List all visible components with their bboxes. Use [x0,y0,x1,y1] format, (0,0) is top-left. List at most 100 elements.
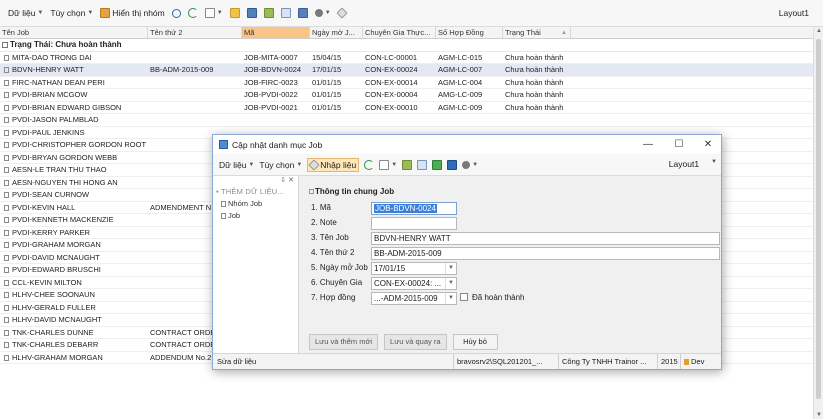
document-icon [4,329,9,336]
dialog-table-button[interactable] [417,159,428,170]
table-row[interactable]: FIRC-NATHAN DEAN PERI JOB-FIRC-0023 01/01/… [0,77,813,89]
document-icon [4,254,9,261]
cell-job-name: PVDI-KENNETH MACKENZIE [0,214,148,226]
chevron-down-icon[interactable]: ▼ [445,293,456,304]
close-icon[interactable]: ✕ [700,138,716,151]
scroll-thumb[interactable] [816,39,821,399]
cell-text: PVDI-JASON PALMBLAD [12,115,99,124]
chevron-down-icon: ▼ [711,159,717,165]
cell-job-name: PVDI-BRIAN EDWARD GIBSON [0,102,148,114]
new-button[interactable]: ▼ [204,8,223,18]
job-name-input[interactable]: BDVN-HENRY WATT [371,232,720,245]
cell-text: PVDI-KERRY PARKER [12,227,90,237]
contract-select[interactable]: ...-ADM-2015-009 ▼ [371,292,457,305]
cell-job-name: PVDI-BRYAN GORDON WEBB [0,152,148,164]
dialog-data-menu[interactable]: Dữ liệu ▼ [219,160,254,170]
refresh-icon [187,8,198,18]
column-header-open-date[interactable]: Ngày mở J... [310,27,363,38]
show-group-button[interactable]: Hiển thị nhóm [100,8,165,18]
cell-job-name: CCL-KEVIN MILTON [0,277,148,289]
cell-text: AESN-NGUYEN THI HONG AN [12,177,118,187]
cell-open-date [310,114,363,126]
cell-status: Chưa hoàn thành [505,90,564,99]
chevron-down-icon[interactable]: ▼ [445,263,456,274]
sidebar-item-job-group[interactable]: Nhóm Job [213,198,298,210]
save-button[interactable] [297,8,308,18]
column-header-job-name[interactable]: Tên Job [0,27,148,38]
document-icon [4,92,9,98]
code-input[interactable]: JOB-BDVN-0024 [371,202,457,215]
column-header-status[interactable]: Trạng Thái ▲ [503,27,571,38]
cell-expert: CON-EX-00004 [365,90,418,99]
form-section-header[interactable]: Thông tin chung Job [309,186,721,198]
options-menu[interactable]: Tùy chọn ▼ [50,8,93,18]
table-row[interactable]: BDVN-HENRY WATT BB-ADM-2015-009 JOB-BDVN-0… [0,64,813,77]
open-button[interactable] [229,8,240,18]
save-and-new-button[interactable]: Lưu và thêm mới [309,334,379,350]
completed-checkbox[interactable] [460,293,468,301]
dialog-refresh-button[interactable] [364,159,375,170]
cell-text: PVDI-KENNETH MACKENZIE [12,215,114,224]
expert-select[interactable]: CON-EX-00024: ... ▼ [371,277,457,290]
cell-contract-no [436,114,503,126]
users-button[interactable]: ▼ [314,9,331,17]
dialog-new-button[interactable]: ▼ [379,159,397,170]
chevron-down-icon: ▼ [296,161,303,168]
note-input[interactable] [371,217,457,230]
maximize-icon[interactable]: ☐ [671,138,687,151]
dialog-link-button[interactable] [402,159,413,170]
dialog-users-button[interactable]: ▼ [462,160,478,169]
table-row[interactable]: PVDI-BRIAN EDWARD GIBSON JOB-PVDI-0021 01/… [0,102,813,114]
refresh-button[interactable] [187,8,198,18]
column-header-contract-no[interactable]: Số Hợp Đồng [436,27,503,38]
input-mode-button[interactable]: Nhập liệu [307,157,360,172]
add-data-section[interactable]: ▪ THÊM DỮ LIỆU... [213,186,298,198]
collapse-icon[interactable] [2,42,8,48]
grid-scrollbar[interactable]: ▲ ▼ [813,27,823,419]
dialog-options-menu[interactable]: Tùy chọn ▼ [259,160,302,170]
dialog-layout-selector[interactable]: Layout1 ▼ [669,159,717,169]
column-header-code[interactable]: Mã [242,27,310,38]
table-row[interactable]: MITA-DAO TRONG DAI JOB-MITA-0007 15/04/15 C… [0,52,813,64]
open-date-picker[interactable]: 17/01/15 ▼ [371,262,457,275]
link-icon [263,8,274,18]
status-company: Công Ty TNHH Trainor ... [558,354,649,369]
cell-contract-no: AGM-LC-007 [438,65,483,74]
chevron-down-icon[interactable]: ▼ [445,278,456,289]
save-and-back-button[interactable]: Lưu và quay ra [384,334,447,350]
pin-icon[interactable]: ⇩ [280,177,286,184]
link-button[interactable] [263,8,274,18]
users-icon [462,160,471,169]
layout-selector[interactable]: Layout1 [779,8,809,18]
cell-expert [363,114,436,126]
column-header-expert[interactable]: Chuyên Gia Thực... [363,27,436,38]
cell-text: PVDI-BRIAN EDWARD GIBSON [12,102,122,112]
cell-open-date: 01/01/15 [312,77,342,87]
dialog-titlebar[interactable]: Cập nhật danh mục Job — ☐ ✕ [213,135,721,154]
table-button[interactable] [280,8,291,18]
dialog-green-button[interactable] [432,159,443,170]
panel-close-icon[interactable]: ✕ [288,177,294,184]
cell-text: MITA-DAO TRONG DAI [12,52,92,62]
pencil-icon [335,7,348,19]
table-row[interactable]: PVDI-BRIAN MCGOW JOB-PVDI-0022 01/01/15 CON… [0,89,813,102]
scroll-up-icon[interactable]: ▲ [816,28,822,34]
cell-text: BDVN-HENRY WATT [12,65,84,74]
minimize-icon[interactable]: — [640,138,656,151]
cancel-button[interactable]: Hủy bỏ [452,334,498,350]
column-header-second-name[interactable]: Tên thứ 2 [148,27,242,38]
edit-button[interactable] [335,7,348,19]
dialog-side-panel: ⇩ ✕ ▪ THÊM DỮ LIỆU... Nhóm Job Job [213,176,299,354]
second-name-input[interactable]: BB-ADM-2015-009 [371,247,720,260]
dialog-layout-label: Layout1 [668,159,700,169]
scroll-down-icon[interactable]: ▼ [816,412,822,418]
dialog-save-button[interactable] [447,159,458,170]
grid-button[interactable] [246,8,257,18]
table-row[interactable]: PVDI-JASON PALMBLAD [0,114,813,127]
sidebar-item-job[interactable]: Job [213,210,298,222]
cell-job-name: PVDI-SEAN CURNOW [0,189,148,201]
group-row[interactable]: Trạng Thái: Chưa hoàn thành [0,39,813,52]
document-icon [221,213,226,219]
search-button[interactable] [171,8,181,18]
data-menu[interactable]: Dữ liệu ▼ [8,8,43,18]
